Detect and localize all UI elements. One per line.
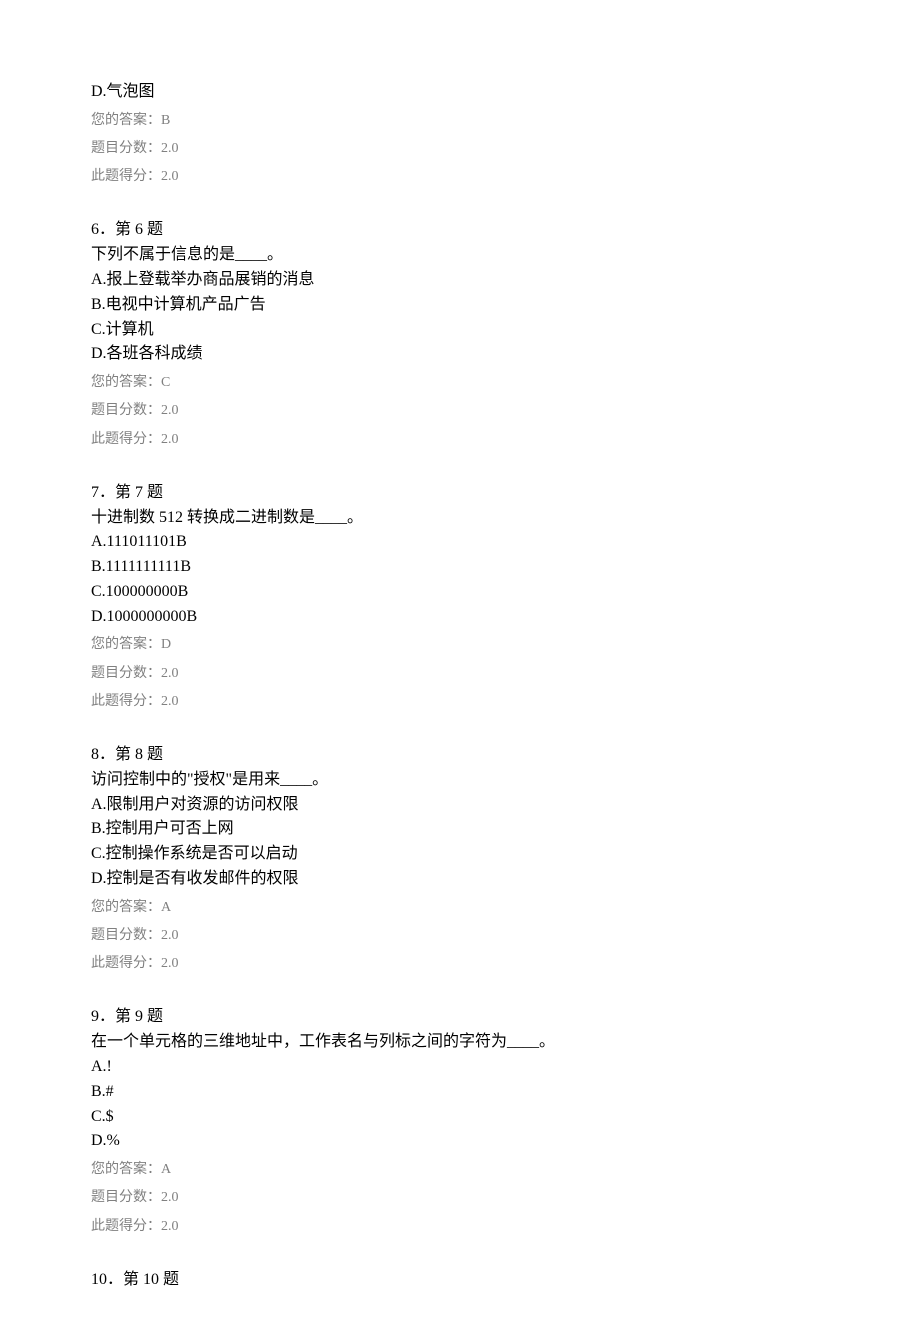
question-tail-previous: D.气泡图 您的答案：B 题目分数：2.0 此题得分：2.0 bbox=[91, 80, 829, 186]
question-header: 8．第 8 题 bbox=[91, 743, 829, 768]
option-b: B.电视中计算机产品广告 bbox=[91, 293, 829, 318]
question-header: 7．第 7 题 bbox=[91, 481, 829, 506]
your-answer-label: 您的答案：A bbox=[91, 899, 829, 917]
question-6: 6．第 6 题 下列不属于信息的是____。 A.报上登载举办商品展销的消息 B… bbox=[91, 218, 829, 448]
option-a: A.111011101B bbox=[91, 530, 829, 555]
earned-score-label: 此题得分：2.0 bbox=[91, 955, 829, 973]
your-answer-label: 您的答案：D bbox=[91, 636, 829, 654]
earned-score-label: 此题得分：2.0 bbox=[91, 693, 829, 711]
question-score-label: 题目分数：2.0 bbox=[91, 402, 829, 420]
option-d: D.% bbox=[91, 1129, 829, 1154]
option-a: A.! bbox=[91, 1055, 829, 1080]
question-score-label: 题目分数：2.0 bbox=[91, 140, 829, 158]
option-c: C.计算机 bbox=[91, 318, 829, 343]
your-answer-label: 您的答案：A bbox=[91, 1161, 829, 1179]
option-b: B.# bbox=[91, 1080, 829, 1105]
option-c: C.控制操作系统是否可以启动 bbox=[91, 842, 829, 867]
question-header: 9．第 9 题 bbox=[91, 1005, 829, 1030]
question-9: 9．第 9 题 在一个单元格的三维地址中，工作表名与列标之间的字符为____。 … bbox=[91, 1005, 829, 1235]
option-c: C.$ bbox=[91, 1105, 829, 1130]
option-d: D.气泡图 bbox=[91, 80, 829, 105]
option-a: A.报上登载举办商品展销的消息 bbox=[91, 268, 829, 293]
question-stem: 访问控制中的"授权"是用来____。 bbox=[91, 768, 829, 793]
question-10: 10．第 10 题 bbox=[91, 1268, 829, 1293]
question-header: 6．第 6 题 bbox=[91, 218, 829, 243]
option-a: A.限制用户对资源的访问权限 bbox=[91, 793, 829, 818]
question-7: 7．第 7 题 十进制数 512 转换成二进制数是____。 A.1110111… bbox=[91, 481, 829, 711]
your-answer-label: 您的答案：B bbox=[91, 112, 829, 130]
question-8: 8．第 8 题 访问控制中的"授权"是用来____。 A.限制用户对资源的访问权… bbox=[91, 743, 829, 973]
option-b: B.1111111111B bbox=[91, 555, 829, 580]
option-d: D.各班各科成绩 bbox=[91, 342, 829, 367]
question-score-label: 题目分数：2.0 bbox=[91, 927, 829, 945]
question-stem: 下列不属于信息的是____。 bbox=[91, 243, 829, 268]
question-score-label: 题目分数：2.0 bbox=[91, 1189, 829, 1207]
option-b: B.控制用户可否上网 bbox=[91, 817, 829, 842]
question-stem: 十进制数 512 转换成二进制数是____。 bbox=[91, 506, 829, 531]
option-d: D.控制是否有收发邮件的权限 bbox=[91, 867, 829, 892]
question-stem: 在一个单元格的三维地址中，工作表名与列标之间的字符为____。 bbox=[91, 1030, 829, 1055]
earned-score-label: 此题得分：2.0 bbox=[91, 168, 829, 186]
your-answer-label: 您的答案：C bbox=[91, 374, 829, 392]
option-c: C.100000000B bbox=[91, 580, 829, 605]
question-score-label: 题目分数：2.0 bbox=[91, 665, 829, 683]
option-d: D.1000000000B bbox=[91, 605, 829, 630]
question-header: 10．第 10 题 bbox=[91, 1268, 829, 1293]
earned-score-label: 此题得分：2.0 bbox=[91, 431, 829, 449]
earned-score-label: 此题得分：2.0 bbox=[91, 1218, 829, 1236]
